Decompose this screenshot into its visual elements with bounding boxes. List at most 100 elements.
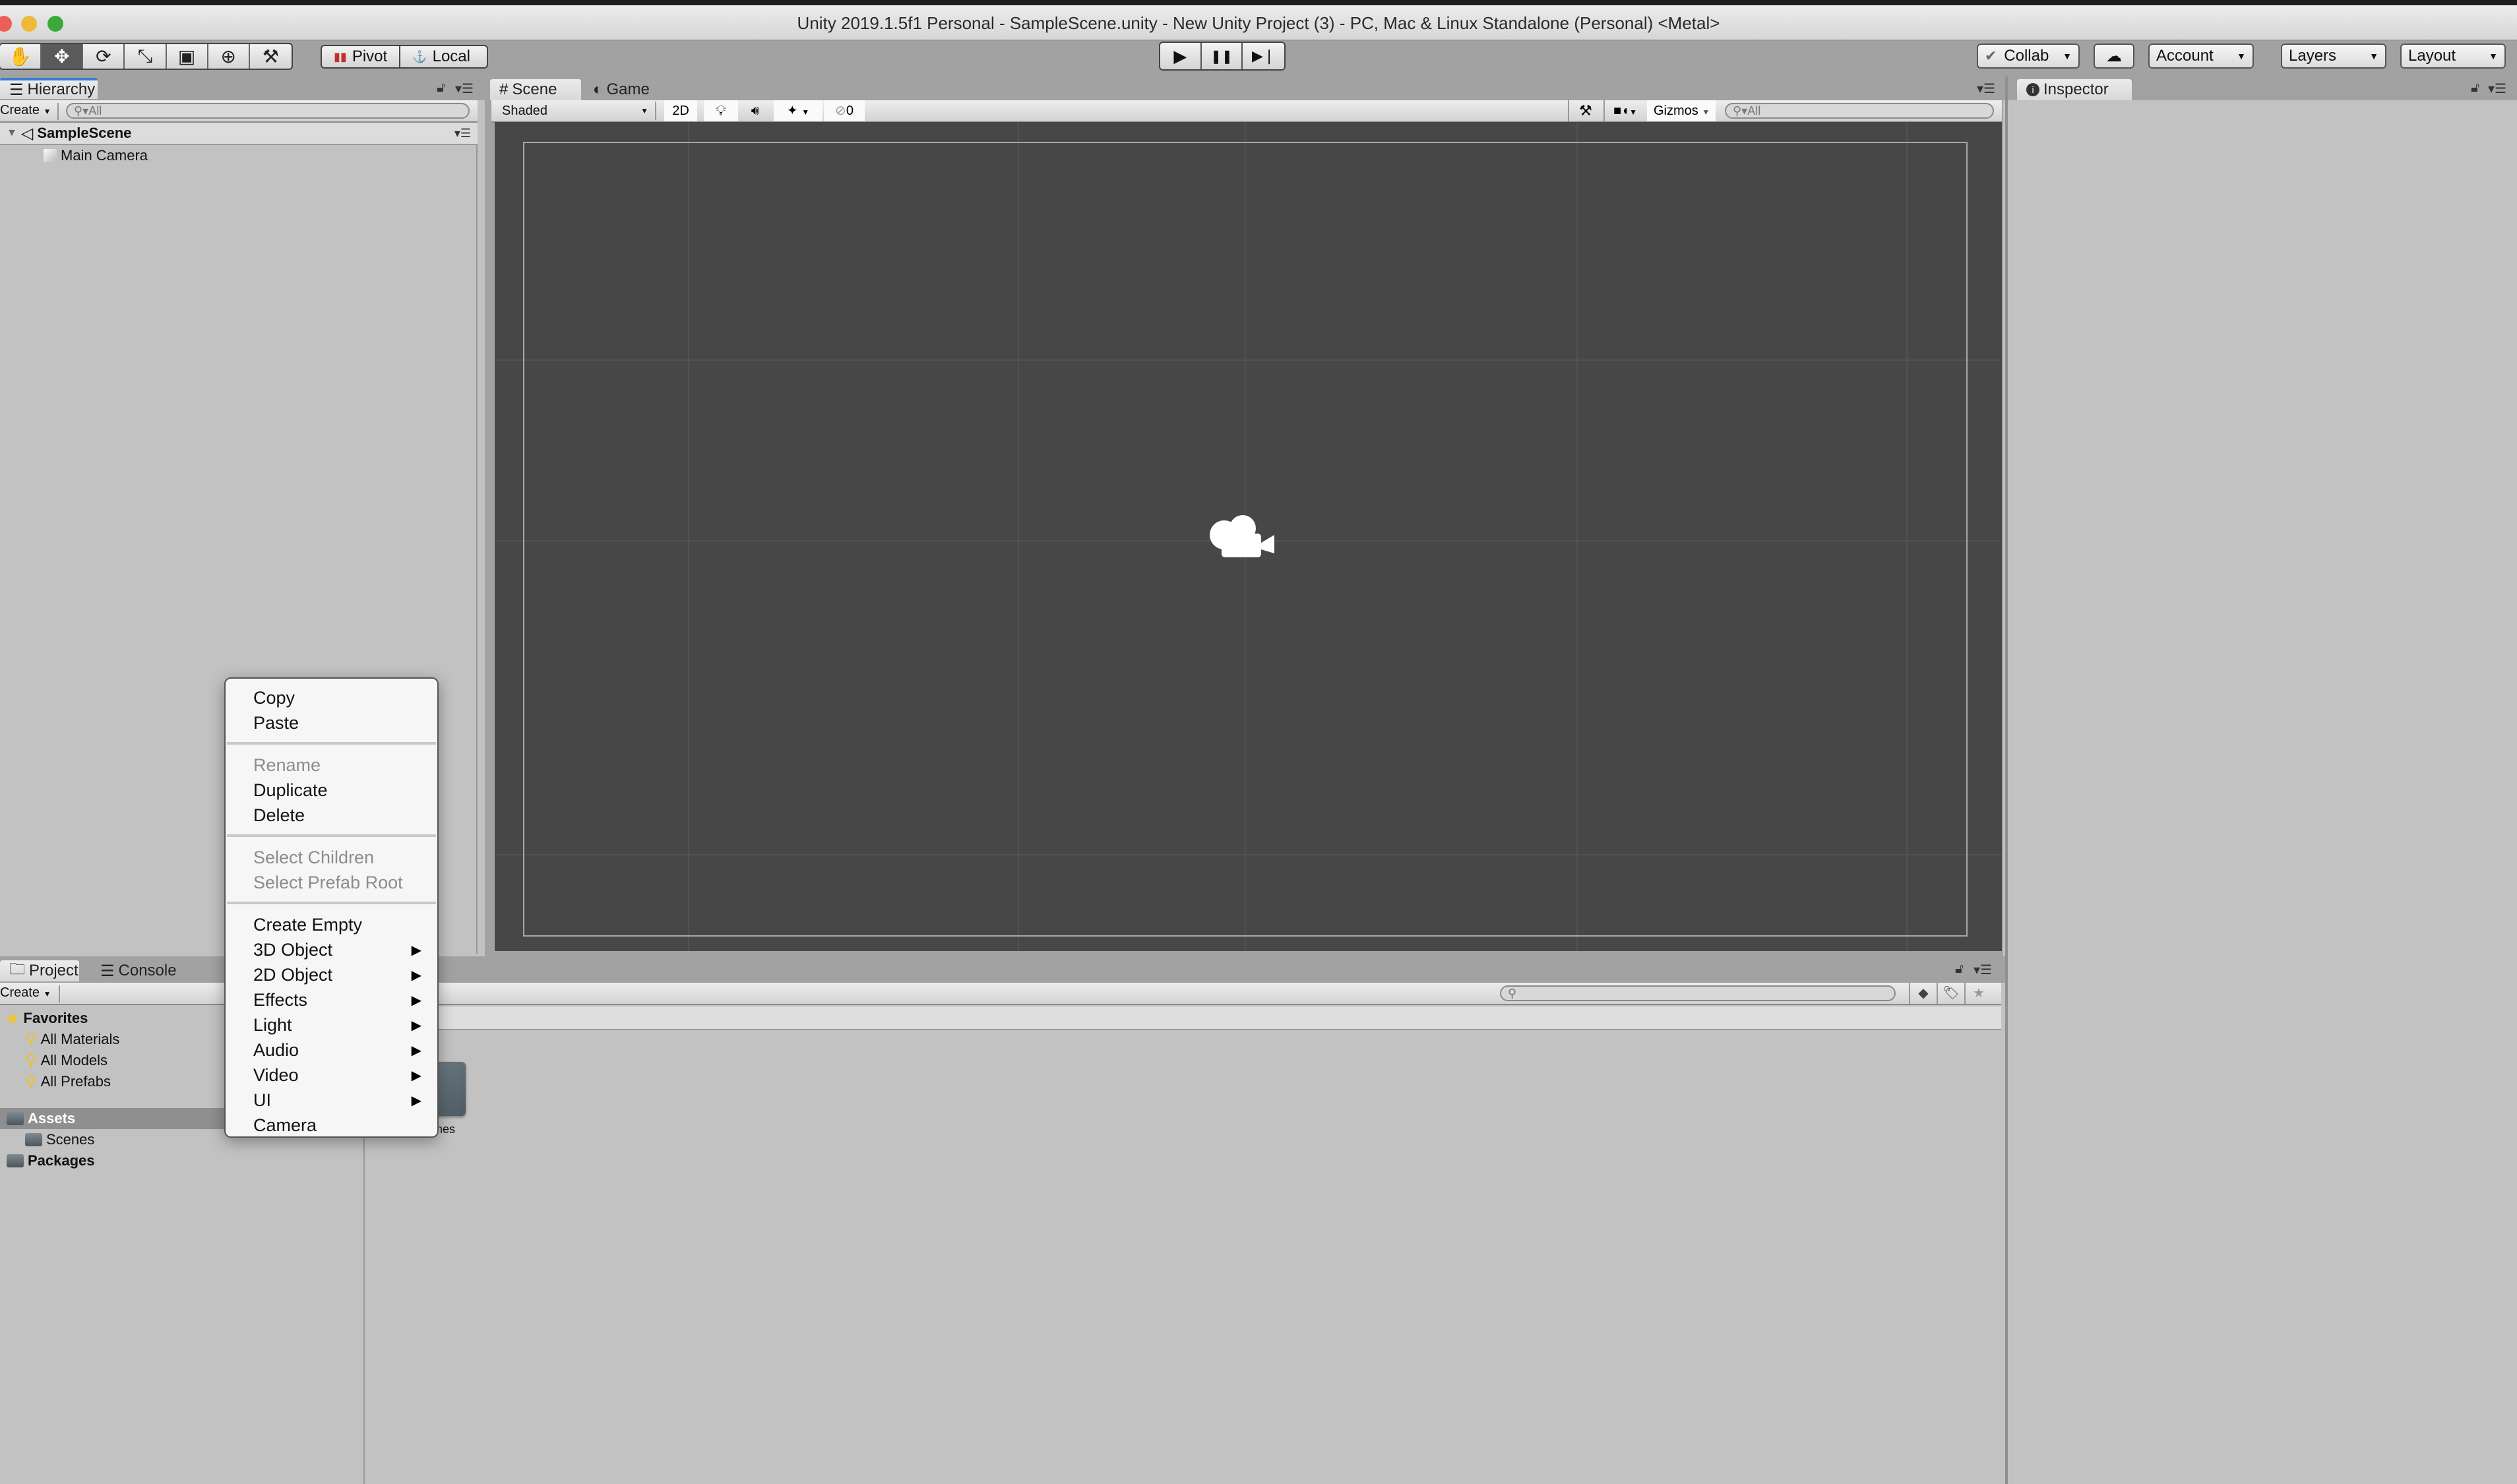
gizmos-dropdown[interactable]: Gizmos ▼ xyxy=(1647,100,1716,121)
panel-menu-icon[interactable]: ▾☰ xyxy=(2488,80,2506,97)
hand-tool-button[interactable]: ✋ xyxy=(0,44,42,69)
pause-icon: ❚❚ xyxy=(1210,49,1233,64)
scene-viewport[interactable] xyxy=(495,122,2002,951)
menu-item-ui[interactable]: UI ▶ xyxy=(226,1088,437,1113)
info-icon: i xyxy=(2026,83,2039,96)
menu-item-copy[interactable]: Copy xyxy=(226,685,437,710)
local-icon: ⚓ xyxy=(412,49,427,63)
lock-icon[interactable]: 🔓︎ xyxy=(2471,80,2479,96)
folder-item[interactable]: Scenes xyxy=(25,1129,94,1150)
scene-search-input[interactable]: ⚲▾All xyxy=(1725,103,1994,119)
project-create-dropdown[interactable]: Create ▼ xyxy=(0,985,61,1003)
hidden-objects-toggle[interactable]: ⊘0 xyxy=(824,100,865,121)
eye-hidden-icon: ⊘ xyxy=(835,104,846,118)
shapes-icon: ◆ xyxy=(1918,986,1929,1001)
submenu-arrow-icon: ▶ xyxy=(411,993,421,1008)
shading-mode-dropdown[interactable]: Shaded ▼ xyxy=(497,102,656,120)
folder-icon xyxy=(7,1154,24,1167)
project-search-input[interactable]: ⚲ xyxy=(1500,985,1896,1001)
panel-menu-icon[interactable]: ▾☰ xyxy=(455,80,474,97)
search-filter-icon: ⚲ xyxy=(25,1030,37,1049)
menu-item-paste[interactable]: Paste xyxy=(226,710,437,735)
local-button[interactable]: ⚓ Local xyxy=(400,46,482,67)
system-menubar-strip xyxy=(0,0,2517,5)
menu-item-light[interactable]: Light ▶ xyxy=(226,1012,437,1037)
favorite-item[interactable]: ⚲ All Prefabs xyxy=(25,1071,111,1092)
play-button[interactable]: ▶ xyxy=(1160,43,1202,69)
audio-toggle[interactable]: 🔊︎ xyxy=(738,100,772,121)
rotate-tool-button[interactable]: ⟳ xyxy=(83,44,125,69)
expand-arrow-icon[interactable]: ▼ xyxy=(7,127,17,139)
menu-item-video[interactable]: Video ▶ xyxy=(226,1063,437,1088)
chevron-down-icon: ▼ xyxy=(2489,51,2498,61)
menu-item-effects[interactable]: Effects ▶ xyxy=(226,987,437,1012)
layout-dropdown[interactable]: Layout ▼ xyxy=(2400,44,2506,69)
tab-project[interactable]: 🗀︎ Project xyxy=(0,960,79,981)
tab-game[interactable]: ◐ Game xyxy=(584,79,663,100)
toggle-2d-button[interactable]: 2D xyxy=(664,100,697,121)
account-dropdown[interactable]: Account ▼ xyxy=(2148,44,2254,69)
menu-item-2d-object[interactable]: 2D Object ▶ xyxy=(226,962,437,987)
move-tool-button[interactable]: ✥ xyxy=(42,44,84,69)
scene-row[interactable]: ▼ ◁ SampleScene ▾☰ xyxy=(0,123,478,145)
effects-icon: ✦ xyxy=(786,104,798,118)
menu-item-duplicate[interactable]: Duplicate xyxy=(226,778,437,803)
star-icon: ★ xyxy=(5,1009,20,1028)
submenu-arrow-icon: ▶ xyxy=(411,968,421,983)
collab-dropdown[interactable]: ✔ Collab ▼ xyxy=(1977,44,2080,69)
lighting-toggle[interactable]: 💡︎ xyxy=(704,100,738,121)
scale-icon: ⤡ xyxy=(137,46,153,66)
rect-tool-button[interactable]: ▣ xyxy=(167,44,208,69)
submenu-arrow-icon: ▶ xyxy=(411,1043,421,1058)
camera-icon: ■◖ xyxy=(1613,104,1630,118)
pivot-button[interactable]: ▮▮ Pivot xyxy=(322,46,401,67)
transform-icon: ⊕ xyxy=(220,46,236,67)
cloud-button[interactable]: ☁ xyxy=(2094,44,2134,69)
favorite-item[interactable]: ⚲ All Models xyxy=(25,1050,108,1071)
rotate-icon: ⟳ xyxy=(96,46,111,67)
favorite-search-button[interactable]: ★ xyxy=(1964,983,1992,1004)
hierarchy-search-input[interactable]: ⚲▾All xyxy=(66,103,470,119)
favorite-item[interactable]: ⚲ All Materials xyxy=(25,1029,119,1050)
menu-item-audio[interactable]: Audio ▶ xyxy=(226,1037,437,1063)
tab-scene[interactable]: # Scene xyxy=(490,79,581,100)
favorites-row[interactable]: ★ Favorites xyxy=(5,1008,88,1029)
scene-tools-button[interactable]: ⚒ xyxy=(1568,100,1602,121)
layers-dropdown[interactable]: Layers ▼ xyxy=(2281,44,2386,69)
folder-icon xyxy=(7,1112,24,1125)
scale-tool-button[interactable]: ⤡ xyxy=(125,44,167,69)
menu-separator xyxy=(227,834,436,837)
panel-menu-icon[interactable]: ▾☰ xyxy=(1977,80,1995,97)
filter-by-label-button[interactable]: 🏷︎ xyxy=(1937,983,1964,1004)
collab-check-icon: ✔ xyxy=(1985,47,1997,64)
lock-icon[interactable]: 🔓︎ xyxy=(437,80,445,96)
menu-item-camera[interactable]: Camera xyxy=(226,1113,437,1138)
menu-item-create-empty[interactable]: Create Empty xyxy=(226,912,437,937)
tab-hierarchy[interactable]: ☰ Hierarchy xyxy=(0,78,98,99)
tag-icon: 🏷︎ xyxy=(1942,986,1960,1001)
hierarchy-context-menu: Copy Paste Rename Duplicate Delete Selec… xyxy=(224,677,439,1138)
menu-item-select-children: Select Children xyxy=(253,847,375,867)
tab-inspector[interactable]: i Inspector xyxy=(2017,79,2132,100)
effects-dropdown[interactable]: ✦ ▼ xyxy=(774,100,823,121)
inspector-panel: i Inspector 🔓︎ ▾☰ xyxy=(2005,77,2517,1484)
camera-settings-dropdown[interactable]: ■◖▼ xyxy=(1603,100,1646,121)
panel-menu-icon[interactable]: ▾☰ xyxy=(1973,962,1992,978)
filter-by-type-button[interactable]: ◆ xyxy=(1909,983,1937,1004)
scene-menu-icon[interactable]: ▾☰ xyxy=(454,127,471,140)
packages-row[interactable]: Packages xyxy=(7,1150,95,1171)
lock-icon[interactable]: 🔓︎ xyxy=(1955,962,1964,977)
console-icon: ☰ xyxy=(100,962,115,980)
chevron-down-icon: ▼ xyxy=(43,107,51,116)
search-icon: ⚲▾ xyxy=(1733,104,1748,117)
menu-item-delete[interactable]: Delete xyxy=(226,803,437,828)
pause-button[interactable]: ❚❚ xyxy=(1202,43,1243,69)
custom-tool-button[interactable]: ⚒ xyxy=(250,44,292,69)
hierarchy-item[interactable]: Main Camera xyxy=(44,145,148,166)
step-button[interactable]: ▶❘ xyxy=(1243,43,1284,69)
camera-gizmo-icon[interactable] xyxy=(1210,511,1278,561)
menu-item-3d-object[interactable]: 3D Object ▶ xyxy=(226,937,437,962)
create-dropdown[interactable]: Create ▼ xyxy=(0,103,59,120)
tab-console[interactable]: ☰ Console xyxy=(91,960,183,981)
transform-tool-button[interactable]: ⊕ xyxy=(208,44,250,69)
